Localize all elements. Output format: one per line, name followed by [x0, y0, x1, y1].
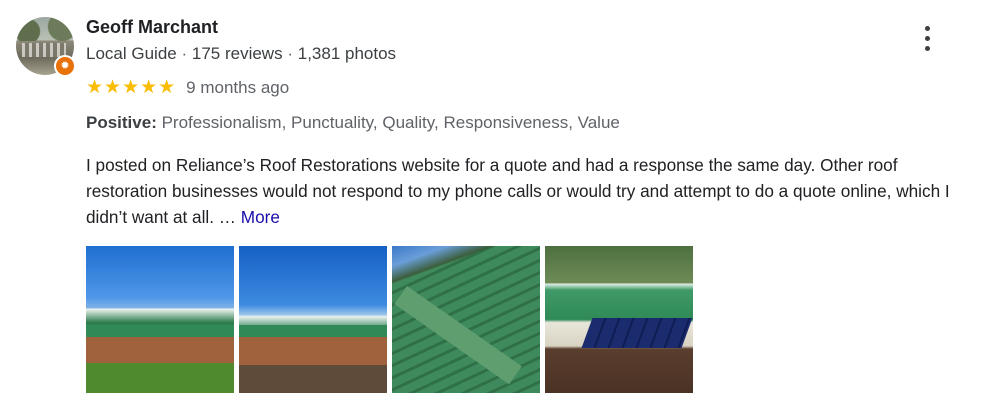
photo-lawn: [86, 363, 234, 393]
more-link[interactable]: More: [241, 207, 280, 227]
review-photo-4[interactable]: [545, 246, 693, 393]
review-photos: [86, 246, 693, 393]
reviewer-name[interactable]: Geoff Marchant: [86, 17, 218, 38]
star-rating: ★★★★★: [86, 77, 177, 98]
reviewer-meta: Local Guide · 175 reviews · 1,381 photos: [86, 44, 396, 64]
avatar-fence: [22, 43, 66, 57]
review-body: I posted on Reliance’s Roof Restorations…: [86, 155, 950, 227]
reviewer-role: Local Guide: [86, 44, 177, 63]
review-text: I posted on Reliance’s Roof Restorations…: [86, 152, 966, 230]
local-guide-badge-icon: ✹: [54, 55, 76, 77]
rating-row: ★★★★★ 9 months ago: [86, 76, 289, 100]
review-date: 9 months ago: [186, 78, 290, 97]
separator: ·: [181, 44, 188, 63]
review-count: 175 reviews: [191, 44, 283, 63]
photo-ground: [239, 365, 387, 393]
photo-gutter: [394, 286, 522, 385]
more-vert-icon[interactable]: [918, 24, 936, 54]
photo-house: [86, 325, 234, 365]
review-photo-2[interactable]: [239, 246, 387, 393]
review-photo-1[interactable]: [86, 246, 234, 393]
positive-attributes: Positive: Professionalism, Punctuality, …: [86, 113, 620, 133]
photo-count: 1,381 photos: [297, 44, 397, 63]
separator: ·: [287, 44, 293, 63]
review-photo-3[interactable]: [392, 246, 540, 393]
positive-values: Professionalism, Punctuality, Quality, R…: [161, 113, 620, 132]
photo-solar-panel: [581, 318, 693, 348]
positive-label: Positive:: [86, 113, 157, 132]
photo-house: [239, 325, 387, 365]
avatar-tree: [16, 17, 74, 41]
